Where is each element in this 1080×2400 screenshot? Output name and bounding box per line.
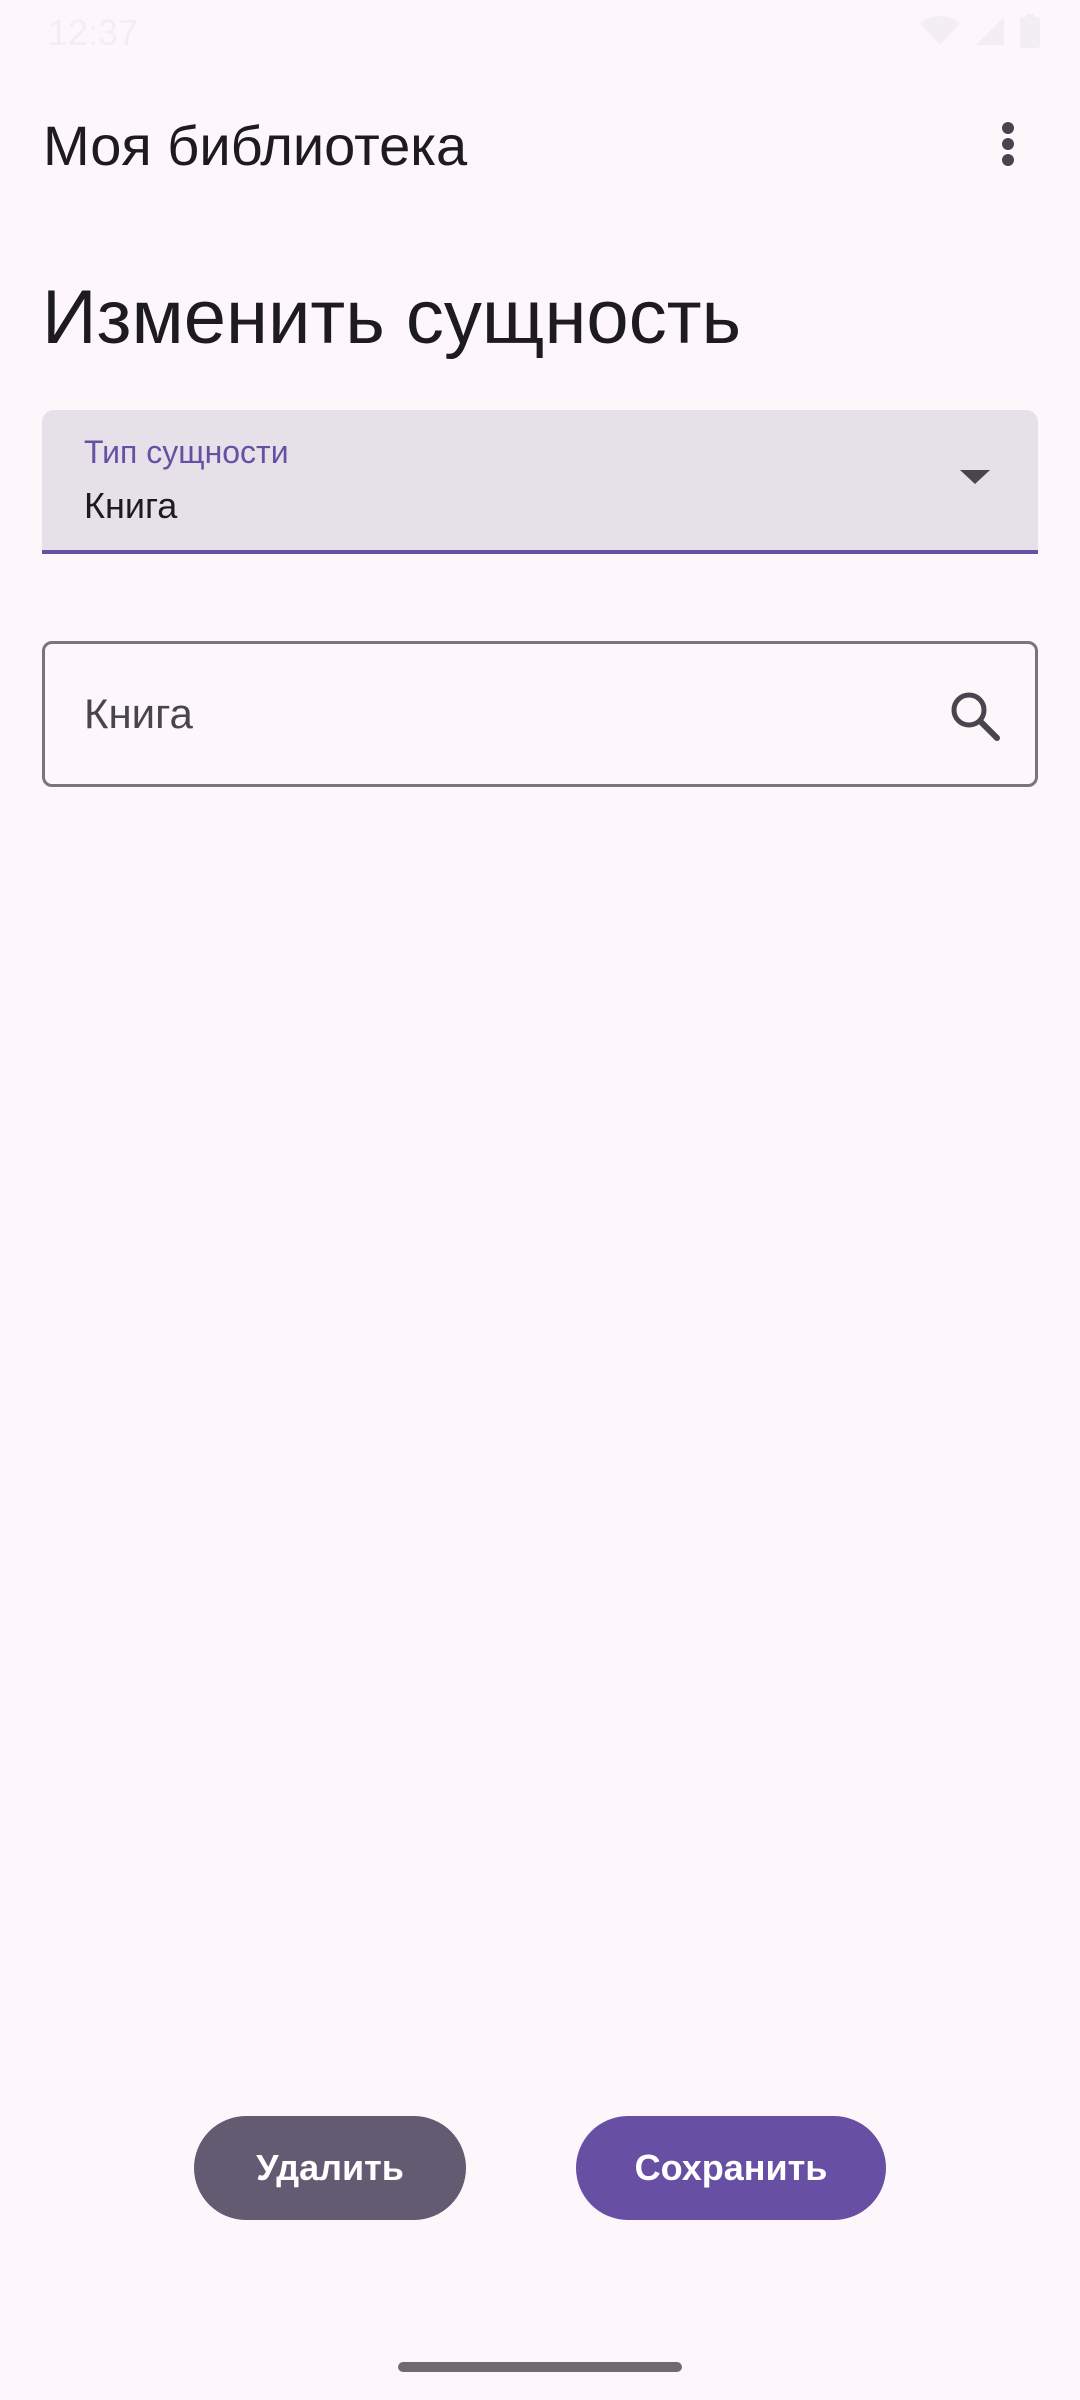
entity-type-dropdown[interactable]: Тип сущности Книга xyxy=(42,410,1038,554)
status-icons xyxy=(920,14,1040,48)
delete-button[interactable]: Удалить xyxy=(194,2116,466,2220)
entity-type-label: Тип сущности xyxy=(84,434,289,470)
search-icon[interactable] xyxy=(947,688,1003,744)
search-field xyxy=(42,641,1038,787)
battery-icon xyxy=(1020,14,1040,48)
page-title: Изменить сущность xyxy=(42,275,742,360)
app-title: Моя библиотека xyxy=(43,114,468,177)
gesture-nav-handle[interactable] xyxy=(398,2362,682,2372)
search-input[interactable] xyxy=(84,644,924,784)
entity-type-value: Книга xyxy=(84,485,178,526)
arrow-drop-down-icon xyxy=(960,468,990,486)
status-bar: 12:37 xyxy=(0,0,1080,62)
status-time: 12:37 xyxy=(48,12,139,53)
save-button[interactable]: Сохранить xyxy=(576,2116,886,2220)
wifi-icon xyxy=(920,15,960,47)
more-vert-icon xyxy=(1000,120,1016,173)
top-app-bar: Моя библиотека xyxy=(0,90,1080,202)
more-options-button[interactable] xyxy=(976,114,1040,178)
signal-icon xyxy=(974,15,1006,47)
